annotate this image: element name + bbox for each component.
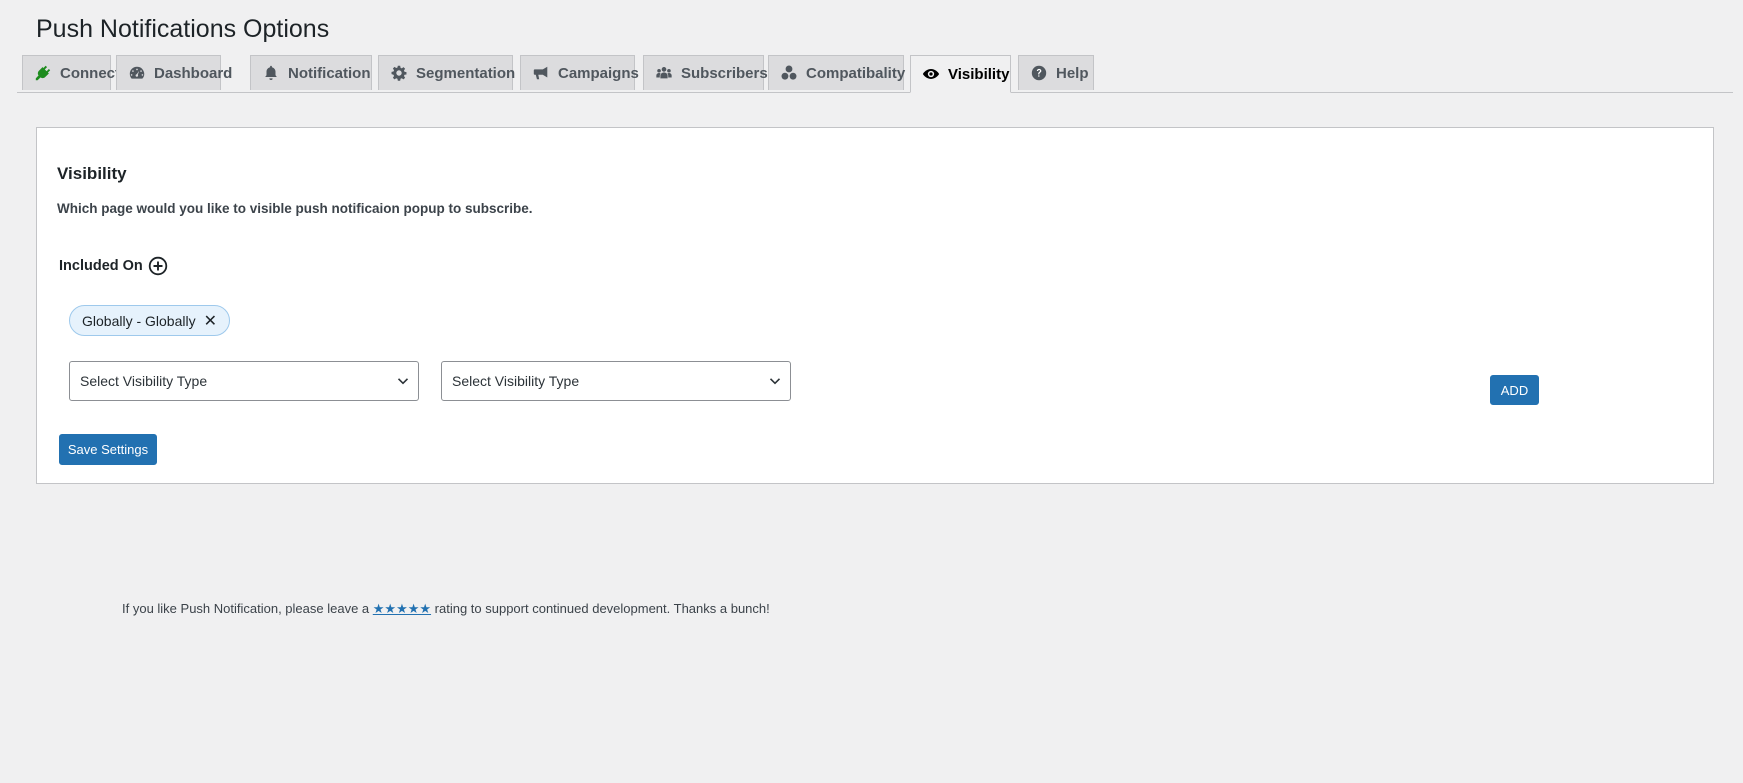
- tab-subscribers[interactable]: Subscribers: [643, 55, 768, 90]
- gear-icon: [390, 64, 408, 82]
- chevron-down-icon: [397, 378, 409, 385]
- included-on-label: Included On: [59, 258, 143, 274]
- tab-label: Dashboard: [154, 64, 233, 82]
- megaphone-icon: [532, 64, 550, 82]
- tab-label: Subscribers: [681, 64, 768, 82]
- section-title: Visibility: [57, 164, 127, 183]
- tab-label: Help: [1056, 64, 1089, 82]
- eye-icon: [922, 65, 940, 83]
- circles-icon: [780, 64, 798, 82]
- select-value: Select Visibility Type: [452, 373, 580, 389]
- footer-rating-text: If you like Push Notification, please le…: [122, 601, 770, 617]
- visibility-type-select-1[interactable]: Select Visibility Type: [69, 361, 419, 401]
- tab-label: Compatibality: [806, 64, 906, 82]
- users-icon: [655, 64, 673, 82]
- visibility-chip: Globally - Globally ✕: [69, 305, 231, 336]
- dashboard-icon: [128, 64, 146, 82]
- tab-campaigns[interactable]: Campaigns: [520, 55, 639, 90]
- tab-compatibality[interactable]: Compatibality: [768, 55, 906, 90]
- help-icon: [1030, 64, 1048, 82]
- save-settings-button[interactable]: Save Settings: [59, 434, 157, 465]
- tab-notification[interactable]: Notification: [250, 55, 372, 90]
- visibility-type-select-2[interactable]: Select Visibility Type: [441, 361, 791, 401]
- tab-label: Notification: [288, 64, 371, 82]
- tab-dashboard[interactable]: Dashboard: [116, 55, 232, 90]
- footer-before: If you like Push Notification, please le…: [122, 601, 373, 616]
- tab-label: Segmentation: [416, 64, 516, 82]
- bell-icon: [262, 64, 280, 82]
- select-value: Select Visibility Type: [80, 373, 208, 389]
- tab-connect[interactable]: Connect: [22, 55, 120, 90]
- page-title: Push Notifications Options: [36, 15, 330, 43]
- chip-label: Globally - Globally: [82, 312, 196, 329]
- close-icon[interactable]: ✕: [204, 311, 217, 331]
- tab-label: Connect: [60, 64, 120, 82]
- included-on-row: Included On: [59, 256, 168, 276]
- tab-help[interactable]: Help: [1018, 55, 1094, 90]
- tab-visibility[interactable]: Visibility: [910, 55, 1011, 93]
- add-circle-icon[interactable]: [148, 256, 168, 276]
- rating-stars-link[interactable]: ★★★★★: [373, 601, 431, 616]
- chevron-down-icon: [769, 378, 781, 385]
- plug-icon: [34, 64, 52, 82]
- tab-label: Visibility: [948, 65, 1010, 83]
- visibility-panel: Visibility Which page would you like to …: [36, 127, 1714, 484]
- tab-label: Campaigns: [558, 64, 639, 82]
- tab-segmentation[interactable]: Segmentation: [378, 55, 516, 90]
- footer-after: rating to support continued development.…: [431, 601, 770, 616]
- tab-bar: Connect Dashboard Notification Segmentat…: [17, 55, 1733, 93]
- section-description: Which page would you like to visible pus…: [57, 201, 533, 216]
- add-button[interactable]: ADD: [1490, 375, 1539, 405]
